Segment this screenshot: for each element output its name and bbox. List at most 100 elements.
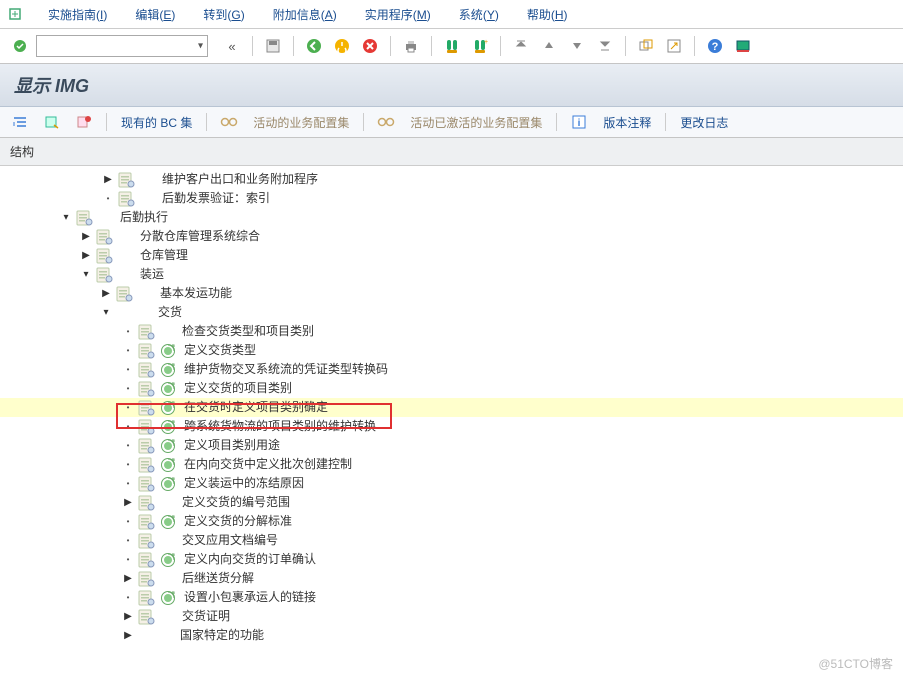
- tree-row[interactable]: •维护货物交叉系统流的凭证类型转换码: [0, 360, 903, 379]
- img-doc-icon[interactable]: [138, 571, 156, 587]
- find-next-icon[interactable]: +: [468, 34, 492, 58]
- tree-row[interactable]: •在内向交货中定义批次创建控制: [0, 455, 903, 474]
- img-doc-icon[interactable]: [96, 229, 114, 245]
- change-log-icon[interactable]: [72, 110, 96, 134]
- tree-collapse-icon[interactable]: ▾: [80, 269, 92, 281]
- menu-goto[interactable]: 转到(G): [189, 6, 258, 23]
- tree-row[interactable]: ▶国家特定的功能: [0, 626, 903, 645]
- exit-icon[interactable]: [330, 34, 354, 58]
- where-used-icon[interactable]: [40, 110, 64, 134]
- tree-row[interactable]: •设置小包裹承运人的链接: [0, 588, 903, 607]
- img-activity-icon[interactable]: [160, 419, 176, 435]
- img-doc-icon[interactable]: [138, 419, 156, 435]
- tree-row[interactable]: •在交货时定义项目类别确定: [0, 398, 903, 417]
- tree-row[interactable]: •定义装运中的冻结原因: [0, 474, 903, 493]
- img-doc-icon[interactable]: [138, 552, 156, 568]
- img-doc-icon[interactable]: [138, 514, 156, 530]
- tree-row[interactable]: ▾后勤执行: [0, 208, 903, 227]
- menu-additional-info[interactable]: 附加信息(A): [259, 6, 351, 23]
- tree-expand-icon[interactable]: ▶: [122, 611, 134, 623]
- img-doc-icon[interactable]: [138, 362, 156, 378]
- tree-row[interactable]: ▾交货: [0, 303, 903, 322]
- img-activity-icon[interactable]: [160, 400, 176, 416]
- tree-row[interactable]: ▶仓库管理: [0, 246, 903, 265]
- img-doc-icon[interactable]: [138, 438, 156, 454]
- new-session-icon[interactable]: [634, 34, 658, 58]
- img-activity-icon[interactable]: [160, 343, 176, 359]
- first-page-icon[interactable]: [509, 34, 533, 58]
- glasses-icon[interactable]: [217, 110, 241, 134]
- print-icon[interactable]: [399, 34, 423, 58]
- img-doc-icon[interactable]: [138, 609, 156, 625]
- img-doc-icon[interactable]: [138, 476, 156, 492]
- img-doc-icon[interactable]: [138, 590, 156, 606]
- tree-collapse-icon[interactable]: ▾: [60, 212, 72, 224]
- img-doc-icon[interactable]: [138, 495, 156, 511]
- tree-row[interactable]: •后勤发票验证：索引: [0, 189, 903, 208]
- img-doc-icon[interactable]: [76, 210, 94, 226]
- tree-row[interactable]: •定义交货的项目类别: [0, 379, 903, 398]
- img-doc-icon[interactable]: [118, 191, 136, 207]
- tree-row[interactable]: ▾装运: [0, 265, 903, 284]
- tree-row[interactable]: •定义交货的分解标准: [0, 512, 903, 531]
- img-activity-icon[interactable]: [160, 362, 176, 378]
- active-bc-link[interactable]: 活动的业务配置集: [249, 114, 353, 131]
- tree-row[interactable]: •跨系统货物流的项目类别的维护转换: [0, 417, 903, 436]
- img-activity-icon[interactable]: [160, 457, 176, 473]
- existing-bc-link[interactable]: 现有的 BC 集: [117, 114, 196, 131]
- prev-page-icon[interactable]: [537, 34, 561, 58]
- img-activity-icon[interactable]: [160, 476, 176, 492]
- tree-expand-icon[interactable]: ▶: [102, 174, 114, 186]
- tree-row[interactable]: •定义内向交货的订单确认: [0, 550, 903, 569]
- layout-icon[interactable]: [731, 34, 755, 58]
- img-doc-icon[interactable]: [138, 324, 156, 340]
- tree-row[interactable]: ▶维护客户出口和业务附加程序: [0, 170, 903, 189]
- img-doc-icon[interactable]: [138, 457, 156, 473]
- tree-row[interactable]: ▶后继送货分解: [0, 569, 903, 588]
- change-log-link[interactable]: 更改日志: [676, 114, 732, 131]
- menu-help[interactable]: 帮助(H): [513, 6, 582, 23]
- next-page-icon[interactable]: [565, 34, 589, 58]
- img-activity-icon[interactable]: [160, 590, 176, 606]
- glasses-icon[interactable]: [374, 110, 398, 134]
- find-icon[interactable]: [440, 34, 464, 58]
- tree-row[interactable]: ▶分散仓库管理系统综合: [0, 227, 903, 246]
- back-icon[interactable]: [302, 34, 326, 58]
- expand-all-icon[interactable]: [8, 110, 32, 134]
- img-doc-icon[interactable]: [138, 400, 156, 416]
- menu-dropdown-icon[interactable]: [6, 5, 24, 23]
- version-notes-link[interactable]: 版本注释: [599, 114, 655, 131]
- img-activity-icon[interactable]: [160, 514, 176, 530]
- img-doc-icon[interactable]: [138, 533, 156, 549]
- tree-expand-icon[interactable]: ▶: [80, 250, 92, 262]
- tree-row[interactable]: ▶定义交货的编号范围: [0, 493, 903, 512]
- menu-utilities[interactable]: 实用程序(M): [351, 6, 445, 23]
- last-page-icon[interactable]: [593, 34, 617, 58]
- menu-implementation-guide[interactable]: 实施指南(I): [34, 6, 121, 23]
- tree-expand-icon[interactable]: ▶: [80, 231, 92, 243]
- tree-collapse-icon[interactable]: ▾: [100, 307, 112, 319]
- tree-expand-icon[interactable]: ▶: [122, 573, 134, 585]
- info-icon[interactable]: i: [567, 110, 591, 134]
- img-activity-icon[interactable]: [160, 552, 176, 568]
- img-doc-icon[interactable]: [118, 172, 136, 188]
- shortcut-icon[interactable]: [662, 34, 686, 58]
- tree-row[interactable]: •交叉应用文档编号: [0, 531, 903, 550]
- tree-row[interactable]: ▶交货证明: [0, 607, 903, 626]
- menu-edit[interactable]: 编辑(E): [121, 6, 189, 23]
- img-doc-icon[interactable]: [116, 286, 134, 302]
- img-doc-icon[interactable]: [96, 248, 114, 264]
- img-activity-icon[interactable]: [160, 381, 176, 397]
- collapse-icon[interactable]: «: [220, 34, 244, 58]
- img-doc-icon[interactable]: [138, 381, 156, 397]
- active-activated-bc-link[interactable]: 活动已激活的业务配置集: [406, 114, 546, 131]
- help-icon[interactable]: ?: [703, 34, 727, 58]
- img-doc-icon[interactable]: [138, 343, 156, 359]
- cancel-icon[interactable]: [358, 34, 382, 58]
- tree-expand-icon[interactable]: ▶: [122, 630, 134, 642]
- tree-expand-icon[interactable]: ▶: [100, 288, 112, 300]
- img-doc-icon[interactable]: [96, 267, 114, 283]
- tree-expand-icon[interactable]: ▶: [122, 497, 134, 509]
- tree-row[interactable]: •定义项目类别用途: [0, 436, 903, 455]
- menu-system[interactable]: 系统(Y): [445, 6, 513, 23]
